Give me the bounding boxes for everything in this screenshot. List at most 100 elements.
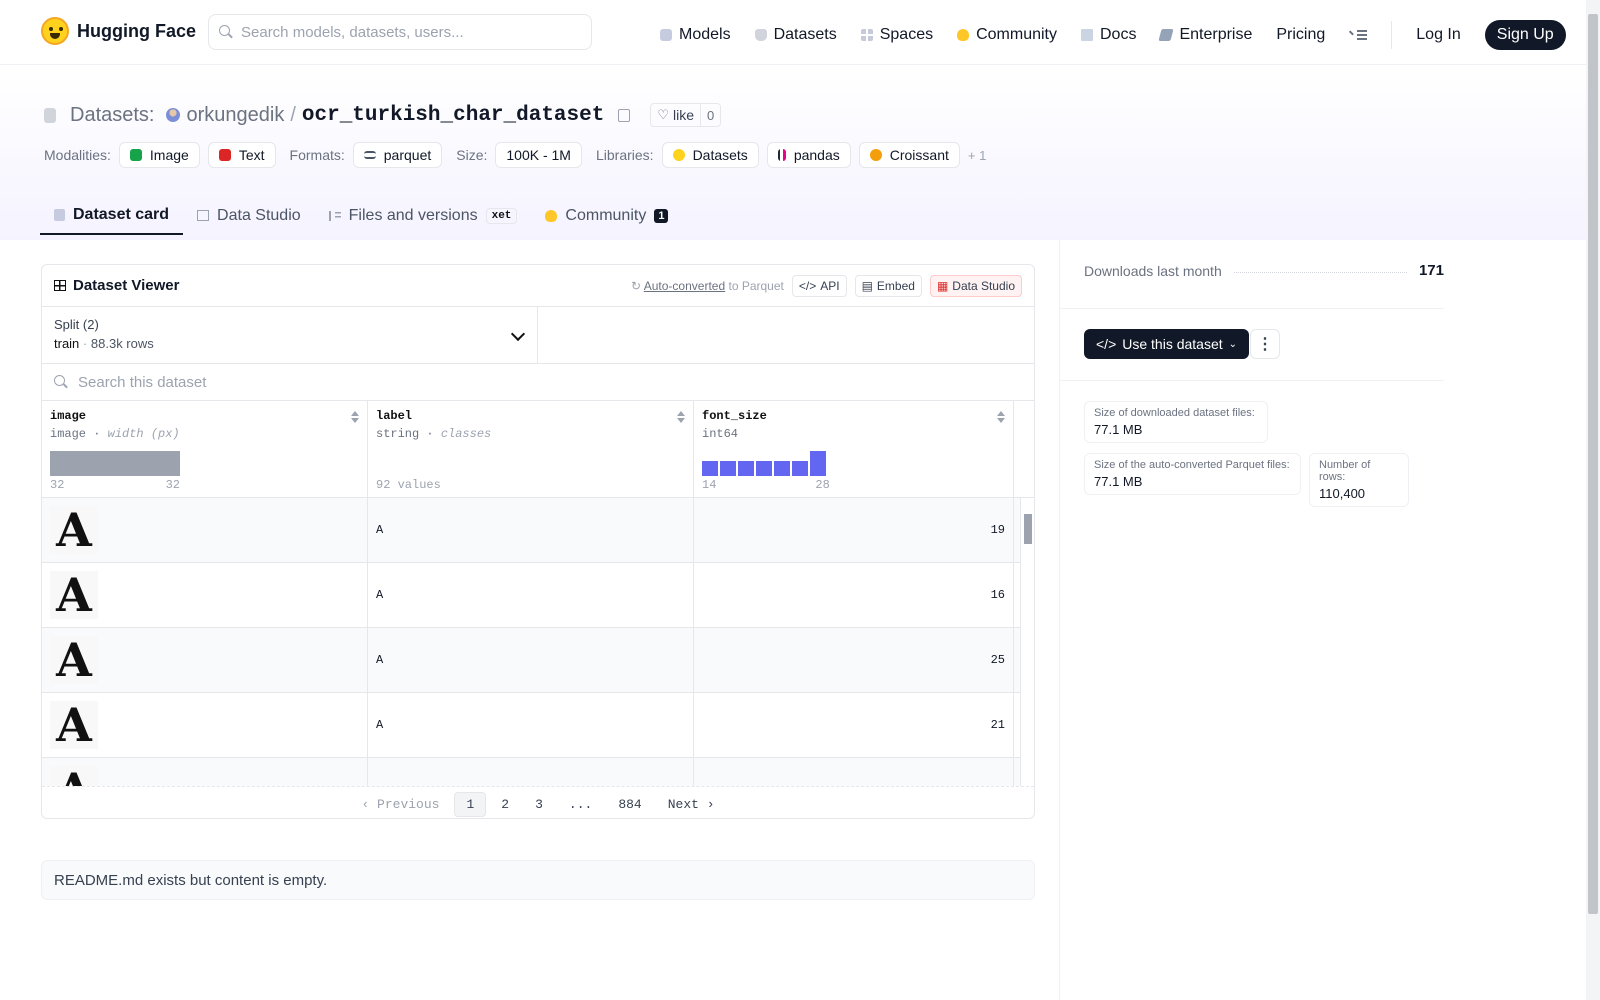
next-page-button[interactable]: Next › (657, 793, 726, 816)
table-scrollbar[interactable] (1020, 498, 1034, 786)
page-button[interactable]: 884 (607, 793, 652, 816)
tag-text[interactable]: Text (207, 142, 276, 168)
owner-avatar (166, 108, 181, 122)
signup-button[interactable]: Sign Up (1484, 20, 1566, 50)
community-icon (545, 209, 558, 222)
repo-owner-link[interactable]: orkungedik (186, 104, 284, 127)
use-dataset-label: Use this dataset (1122, 336, 1223, 352)
nav-enterprise[interactable]: Enterprise (1158, 26, 1252, 44)
page-scrollbar-thumb[interactable] (1588, 14, 1598, 914)
like-button[interactable]: ♡ like 0 (650, 103, 722, 127)
page-button[interactable]: 1 (454, 792, 487, 817)
histogram-bar[interactable] (756, 461, 772, 476)
tab-dataset-card[interactable]: Dataset card (40, 196, 184, 235)
sort-icon[interactable] (677, 411, 685, 423)
nav-docs[interactable]: Docs (1081, 26, 1136, 44)
readme-empty-notice: README.md exists but content is empty. (41, 860, 1035, 900)
embed-icon: ▤ (861, 278, 873, 293)
page-button[interactable]: 3 (524, 793, 554, 816)
glyph-image[interactable]: A (50, 766, 98, 786)
column-header-label[interactable]: label string · classes 92 values (368, 401, 694, 497)
login-link[interactable]: Log In (1416, 26, 1460, 44)
nav-pricing-label: Pricing (1276, 26, 1326, 43)
nav-community[interactable]: Community (957, 26, 1057, 44)
font-size-cell: 25 (694, 628, 1014, 692)
dotted-leader (1233, 272, 1407, 273)
table-row[interactable]: A (42, 758, 1034, 786)
repo-type-link[interactable]: Datasets: (70, 104, 154, 127)
stat-parquet-size: Size of the auto-converted Parquet files… (1084, 453, 1301, 495)
tag-pandas[interactable]: pandas (766, 142, 851, 168)
more-menu-icon[interactable] (1349, 29, 1368, 41)
glyph-image[interactable]: A (50, 506, 98, 554)
libraries-label: Libraries: (595, 147, 654, 163)
formats-label: Formats: (289, 147, 345, 163)
histogram-bar[interactable] (702, 461, 718, 476)
page-ellipsis: ... (568, 797, 593, 812)
column-header-image[interactable]: image image · width (px) 32 32 (42, 401, 368, 497)
tag-datasets-lib[interactable]: Datasets (661, 142, 759, 168)
auto-converted-link[interactable]: Auto-converted (644, 279, 725, 293)
column-header-font-size[interactable]: font_size int64 14 28 (694, 401, 1014, 497)
stat-label: Number of rows: (1319, 459, 1371, 483)
histogram-bar[interactable] (720, 461, 736, 476)
table-row[interactable]: A A 25 (42, 628, 1034, 693)
font-size-cell (694, 758, 1014, 786)
split-label: Split (2) (54, 317, 99, 332)
histogram-bar[interactable] (792, 461, 808, 476)
repo-name[interactable]: ocr_turkish_char_dataset (302, 104, 604, 127)
split-select[interactable]: Split (2) train · 88.3k rows (42, 307, 538, 363)
tab-data-studio[interactable]: Data Studio (183, 196, 315, 235)
glyph-image[interactable]: A (50, 636, 98, 684)
table-row[interactable]: A A 19 (42, 498, 1034, 563)
nav-pricing[interactable]: Pricing (1276, 26, 1325, 44)
embed-button[interactable]: ▤ Embed (854, 274, 922, 297)
tag-text-label: Text (238, 147, 265, 163)
histogram-bar[interactable] (774, 461, 790, 476)
global-search[interactable] (208, 14, 592, 50)
tag-parquet[interactable]: parquet (352, 142, 443, 168)
data-studio-button[interactable]: ▦ Data Studio (929, 274, 1022, 297)
tag-croissant-label: Croissant (889, 147, 949, 163)
previous-page-button[interactable]: ‹ Previous (350, 793, 450, 816)
table-row[interactable]: A A 21 (42, 693, 1034, 758)
tag-size[interactable]: 100K - 1M (495, 142, 582, 168)
tag-image[interactable]: Image (118, 142, 200, 168)
nav-spaces[interactable]: Spaces (860, 26, 933, 44)
more-tags-link[interactable]: + 1 (968, 148, 986, 163)
like-label: like (673, 107, 695, 123)
glyph-image[interactable]: A (50, 701, 98, 749)
viewer-title-text: Dataset Viewer (73, 277, 180, 294)
use-dataset-button[interactable]: </> Use this dataset ⌄ (1084, 329, 1250, 359)
column-name: image (50, 409, 87, 423)
modalities-label: Modalities: (44, 147, 111, 163)
brand-logo[interactable]: Hugging Face (41, 17, 196, 45)
histogram-range: 14 28 (702, 478, 830, 492)
histogram-bar[interactable] (810, 451, 826, 476)
split-row: Split (2) train · 88.3k rows (42, 307, 1034, 364)
dataset-search[interactable]: Search this dataset (42, 364, 1034, 401)
tab-files-versions[interactable]: Files and versions xet (315, 196, 532, 235)
table-row[interactable]: A A 16 (42, 563, 1034, 628)
copy-icon[interactable] (618, 108, 631, 122)
column-type: int64 (702, 427, 739, 441)
text-icon (218, 149, 231, 161)
more-options-button[interactable]: ⋮ (1250, 329, 1280, 359)
page-button[interactable]: 2 (490, 793, 520, 816)
nav-models[interactable]: Models (660, 26, 731, 44)
scrollbar-thumb[interactable] (1024, 514, 1032, 544)
nav-datasets[interactable]: Datasets (754, 26, 837, 44)
page-scrollbar[interactable] (1586, 0, 1600, 1000)
histogram-bar[interactable] (738, 461, 754, 476)
like-count: 0 (700, 104, 720, 126)
search-icon (219, 25, 233, 39)
tab-community[interactable]: Community 1 (531, 196, 682, 235)
sort-icon[interactable] (997, 411, 1005, 423)
api-button[interactable]: </> API (791, 274, 847, 297)
tag-croissant[interactable]: Croissant (858, 142, 960, 168)
sort-icon[interactable] (351, 411, 359, 423)
downloads-count: 171 (1418, 262, 1444, 279)
global-search-input[interactable] (241, 23, 571, 41)
font-size-cell: 21 (694, 693, 1014, 757)
glyph-image[interactable]: A (50, 571, 98, 619)
